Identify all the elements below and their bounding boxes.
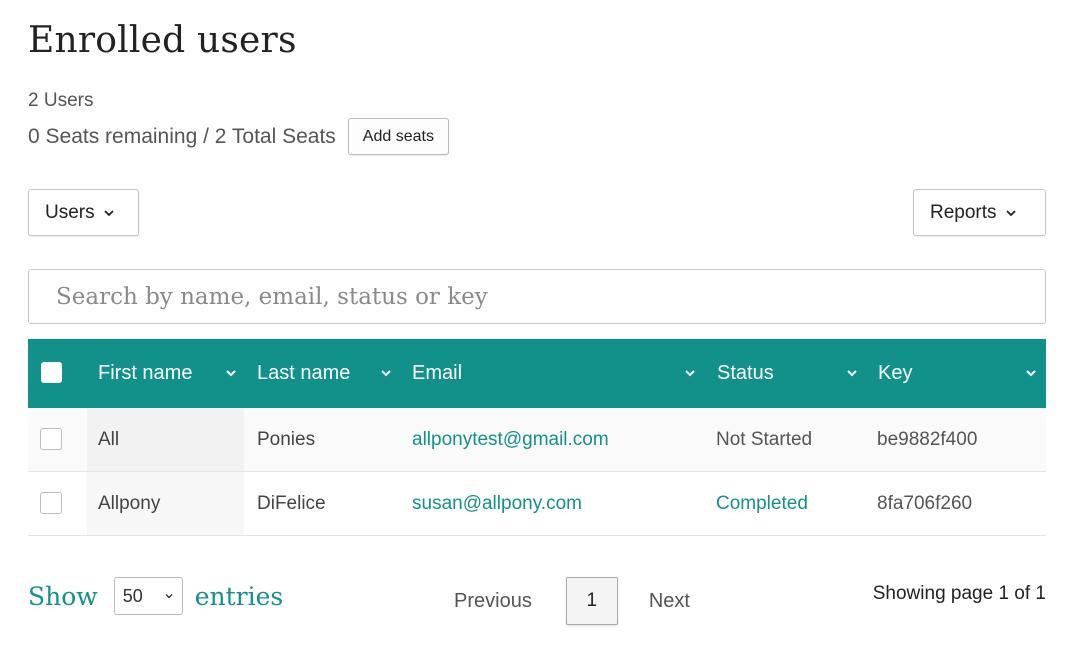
cell-status: Not Started xyxy=(716,428,813,450)
cell-key: 8fa706f260 xyxy=(877,492,973,514)
chevron-down-icon xyxy=(165,594,173,599)
user-count: 2 Users xyxy=(28,90,94,111)
users-dropdown-label: Users xyxy=(45,201,95,223)
entries-label: entries xyxy=(194,581,284,611)
row-checkbox[interactable] xyxy=(40,492,62,514)
cell-email-link[interactable]: susan@allpony.com xyxy=(412,472,582,535)
column-label: Last name xyxy=(257,362,351,384)
cell-last-name: Ponies xyxy=(257,428,316,450)
chevron-down-icon xyxy=(1026,370,1036,377)
column-header-status[interactable]: Status xyxy=(717,339,862,408)
page-title: Enrolled users xyxy=(28,20,297,61)
page-info: Showing page 1 of 1 xyxy=(872,583,1046,604)
entries-select[interactable]: 50 xyxy=(113,577,183,615)
cell-first-name: All xyxy=(98,428,120,450)
select-all-checkbox[interactable] xyxy=(41,362,62,383)
add-seats-button[interactable]: Add seats xyxy=(347,118,449,155)
chevron-down-icon xyxy=(685,370,695,377)
column-header-email[interactable]: Email xyxy=(412,339,702,408)
reports-dropdown-button[interactable]: Reports xyxy=(913,189,1046,236)
cell-last-name: DiFelice xyxy=(257,492,326,514)
entries-select-value: 50 xyxy=(122,585,143,606)
search-input[interactable] xyxy=(28,269,1046,324)
show-label: Show xyxy=(28,581,98,611)
seats-summary: 0 Seats remaining / 2 Total Seats Add se… xyxy=(28,118,449,155)
chevron-down-icon xyxy=(381,370,391,377)
pagination: Previous 1 Next xyxy=(454,577,690,625)
previous-page-button[interactable]: Previous xyxy=(454,590,532,613)
column-label: First name xyxy=(98,362,193,384)
chevron-down-icon xyxy=(226,370,236,377)
cell-status: Completed xyxy=(716,492,808,514)
row-checkbox[interactable] xyxy=(40,428,62,450)
reports-dropdown-label: Reports xyxy=(930,201,997,223)
column-header-first-name[interactable]: First name xyxy=(98,339,248,408)
cell-email-link[interactable]: allponytest@gmail.com xyxy=(412,408,609,471)
next-page-button[interactable]: Next xyxy=(649,590,690,613)
chevron-down-icon xyxy=(1005,209,1016,216)
column-label: Status xyxy=(717,362,774,384)
entries-selector: Show 50 entries xyxy=(28,577,283,615)
seats-text: 0 Seats remaining / 2 Total Seats xyxy=(28,124,336,148)
table-row: Allpony DiFelice susan@allpony.com Compl… xyxy=(28,472,1046,536)
table-row: All Ponies allponytest@gmail.com Not Sta… xyxy=(28,408,1046,472)
chevron-down-icon xyxy=(847,370,857,377)
cell-first-name: Allpony xyxy=(98,492,161,514)
column-label: Key xyxy=(878,362,913,384)
chevron-down-icon xyxy=(103,209,114,216)
column-header-key[interactable]: Key xyxy=(878,339,1040,408)
page-1-button[interactable]: 1 xyxy=(565,577,618,625)
users-table: First name Last name Email Status Key Al… xyxy=(28,339,1046,536)
cell-key: be9882f400 xyxy=(877,428,978,450)
users-dropdown-button[interactable]: Users xyxy=(28,189,139,236)
column-header-last-name[interactable]: Last name xyxy=(257,339,402,408)
table-header: First name Last name Email Status Key xyxy=(28,339,1046,408)
column-label: Email xyxy=(412,362,463,384)
